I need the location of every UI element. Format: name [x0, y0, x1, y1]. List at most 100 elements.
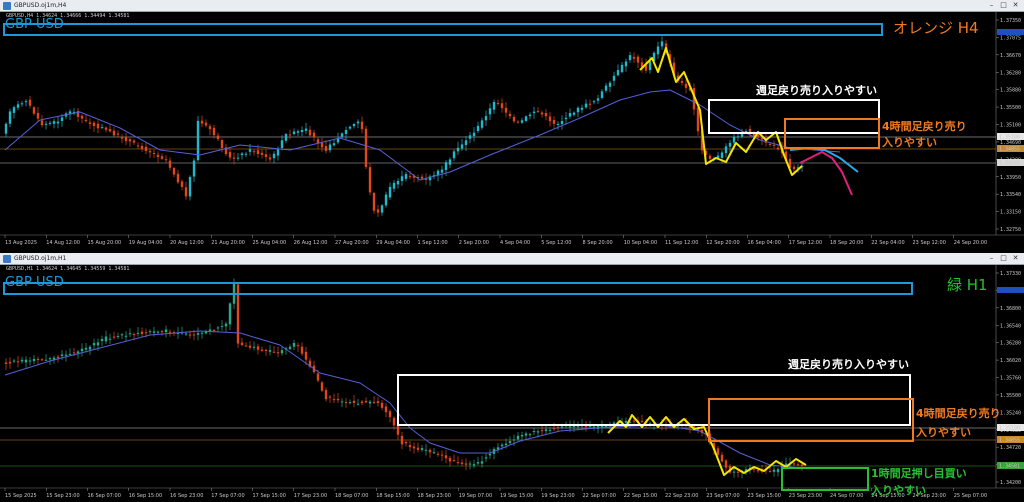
candle-body	[60, 354, 64, 357]
candle-body	[184, 187, 188, 197]
candle-body	[484, 116, 488, 121]
candle-body	[252, 346, 256, 348]
candle-body	[128, 333, 132, 335]
candle-body	[472, 132, 476, 137]
candle-body	[452, 151, 456, 159]
candle-body	[732, 471, 736, 473]
candle-body	[16, 361, 20, 363]
candle-body	[444, 455, 448, 459]
price-label: 1.36020	[1000, 358, 1021, 364]
time-label: 17 Sep 07:00	[211, 493, 244, 499]
candle-body	[736, 136, 740, 138]
candle-body	[536, 111, 540, 113]
candle-body	[56, 356, 60, 359]
price-chart-canvas[interactable]: 1.373301.370751.368001.365401.362801.360…	[0, 253, 1024, 502]
candle-body	[100, 127, 104, 129]
candle-body	[112, 130, 116, 136]
candle-body	[516, 121, 520, 123]
candle-body	[392, 182, 396, 189]
price-label: 1.33540	[1000, 192, 1021, 198]
candle-body	[460, 462, 464, 464]
candle-body	[484, 457, 488, 459]
price-label: 1.36280	[1000, 341, 1021, 347]
candle-body	[288, 346, 292, 350]
candle-body	[540, 112, 544, 115]
candle-body	[776, 147, 780, 150]
time-label: 25 Aug 04:00	[253, 240, 287, 246]
time-label: 16 Sep 04:00	[748, 240, 781, 246]
candle-body	[368, 167, 372, 193]
candle-body	[468, 463, 472, 465]
candle-body	[500, 103, 504, 109]
candle-body	[216, 135, 220, 140]
candle-body	[292, 131, 296, 134]
candle-body	[136, 145, 140, 147]
candle-body	[300, 129, 304, 133]
candle-body	[408, 444, 412, 448]
candle-body	[476, 125, 480, 132]
price-label: 1.35100	[1000, 123, 1021, 129]
candle-body	[196, 333, 200, 335]
candle-body	[268, 350, 272, 352]
candle-body	[464, 463, 468, 465]
candle-body	[24, 101, 28, 103]
candle-body	[364, 128, 368, 167]
candle-body	[756, 470, 760, 472]
time-label: 23 Sep 07:00	[706, 493, 739, 499]
candle-body	[532, 111, 536, 114]
candle-body	[440, 169, 444, 173]
price-chart-canvas[interactable]: 1.37350 1.37075 1.36670 1.36280 1.35880 1.355…	[0, 0, 1024, 249]
chart-window-h4[interactable]: GBPUSD.oj1m,H4 – □ ✕ GBPUSD,H4 1.34624 1…	[0, 0, 1024, 249]
candle-body	[448, 458, 452, 462]
candle-body	[368, 401, 372, 404]
candle-body	[720, 454, 724, 462]
candle-body	[800, 464, 804, 467]
candle-body	[164, 159, 168, 161]
candle-body	[260, 152, 264, 155]
candle-body	[632, 420, 636, 422]
candle-body	[400, 176, 404, 181]
time-label: 5 Sep 12:00	[541, 240, 571, 246]
candle-body	[384, 406, 388, 413]
time-label: 19 Sep 23:00	[541, 493, 574, 499]
candle-body	[188, 334, 192, 336]
candle-body	[292, 342, 296, 347]
candle-body	[104, 127, 108, 130]
candle-body	[80, 115, 84, 119]
candle-body	[256, 150, 260, 154]
candle-body	[40, 359, 44, 361]
candle-body	[428, 449, 432, 453]
candle-body	[52, 121, 56, 124]
candle-body	[400, 435, 404, 445]
price-label: 1.35760	[1000, 376, 1021, 382]
price-label: 1.36800	[1000, 306, 1021, 312]
candle-body	[140, 331, 144, 335]
candle-body	[308, 129, 312, 136]
price-label: 1.36540	[1000, 323, 1021, 329]
candle-body	[320, 382, 324, 391]
candle-body	[476, 462, 480, 464]
candle-body	[776, 469, 780, 473]
candle-body	[332, 143, 336, 146]
candle-body	[372, 192, 376, 211]
candle-body	[224, 323, 228, 327]
candle-body	[440, 454, 444, 456]
candle-body	[660, 41, 664, 47]
candle-body	[524, 433, 528, 436]
candle-body	[248, 149, 252, 152]
candle-body	[348, 402, 352, 404]
candle-body	[504, 443, 508, 446]
candle-body	[168, 331, 172, 333]
time-label: 17 Sep 15:00	[253, 493, 286, 499]
candle-body	[528, 114, 532, 117]
candle-body	[264, 349, 268, 352]
chart-window-h1[interactable]: GBPUSD.oj1m,H1 – □ ✕ GBPUSD,H1 1.34624 1…	[0, 253, 1024, 502]
candle-body	[36, 358, 40, 360]
time-label: 17 Sep 12:00	[789, 240, 822, 246]
candle-body	[268, 157, 272, 160]
price-tag-label: 1.34855	[999, 147, 1020, 153]
candle-body	[344, 401, 348, 403]
candle-body	[552, 428, 556, 430]
candle-body	[16, 104, 20, 108]
candle-body	[500, 444, 504, 447]
